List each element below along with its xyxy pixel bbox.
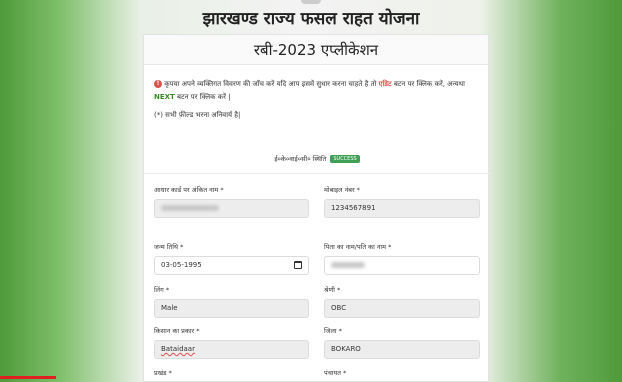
gender-label: लिंग * — [154, 286, 170, 294]
kyc-status-badge: SUCCESS — [330, 155, 360, 163]
warning-icon: ! — [154, 80, 162, 88]
district-field[interactable]: BOKARO — [324, 340, 480, 359]
aadhaar-name-field[interactable] — [154, 199, 309, 218]
mobile-label: मोबाइल नंबर * — [324, 186, 360, 194]
aadhaar-name-label: आधार कार्ड पर अंकित नाम * — [154, 186, 224, 194]
gender-field[interactable]: Male — [154, 299, 309, 318]
farmer-type-field[interactable]: Bataidaar — [154, 340, 309, 359]
dob-field[interactable]: 03-05-1995 — [154, 256, 309, 275]
category-field[interactable]: OBC — [324, 299, 480, 318]
application-card: रबी-2023 एप्लीकेशन ! कृपया अपने व्यक्तिग… — [143, 34, 490, 382]
calendar-icon[interactable] — [294, 261, 302, 269]
father-name-field[interactable] — [324, 256, 480, 275]
kyc-status-row: ई०के०वाई०सी० स्थिति SUCCESS — [144, 154, 490, 163]
page-title: झारखण्ड राज्य फसल राहत योजना — [202, 9, 420, 29]
blurred-value — [161, 205, 219, 211]
dob-label: जन्म तिथि * — [154, 243, 184, 251]
next-word: NEXT — [154, 93, 175, 101]
kyc-label: ई०के०वाई०सी० स्थिति — [274, 155, 327, 163]
blurred-value — [331, 262, 365, 268]
progress-bar — [0, 376, 56, 379]
district-label: जिला * — [324, 327, 342, 335]
father-name-label: पिता का नाम/पति का नाम * — [324, 243, 392, 251]
top-mark — [301, 0, 321, 4]
card-title: रबी-2023 एप्लीकेशन — [144, 35, 488, 65]
page-header: झारखण्ड राज्य फसल राहत योजना — [0, 0, 622, 29]
mobile-field[interactable]: 1234567891 — [324, 199, 480, 218]
notice-text: ! कृपया अपने व्यक्तिगत विवरण की जाँच करे… — [154, 80, 465, 101]
required-note: (*) सभी फ़ील्ड भरना अनिवार्य है| — [154, 111, 241, 119]
divider — [144, 173, 490, 174]
category-label: श्रेणी * — [324, 286, 341, 294]
farmer-type-label: किसान का प्रकार * — [154, 327, 200, 335]
block-label: प्रखंड * — [154, 369, 172, 377]
panchayat-label: पंचायत * — [324, 369, 347, 377]
edit-word: एडिट — [378, 80, 392, 88]
